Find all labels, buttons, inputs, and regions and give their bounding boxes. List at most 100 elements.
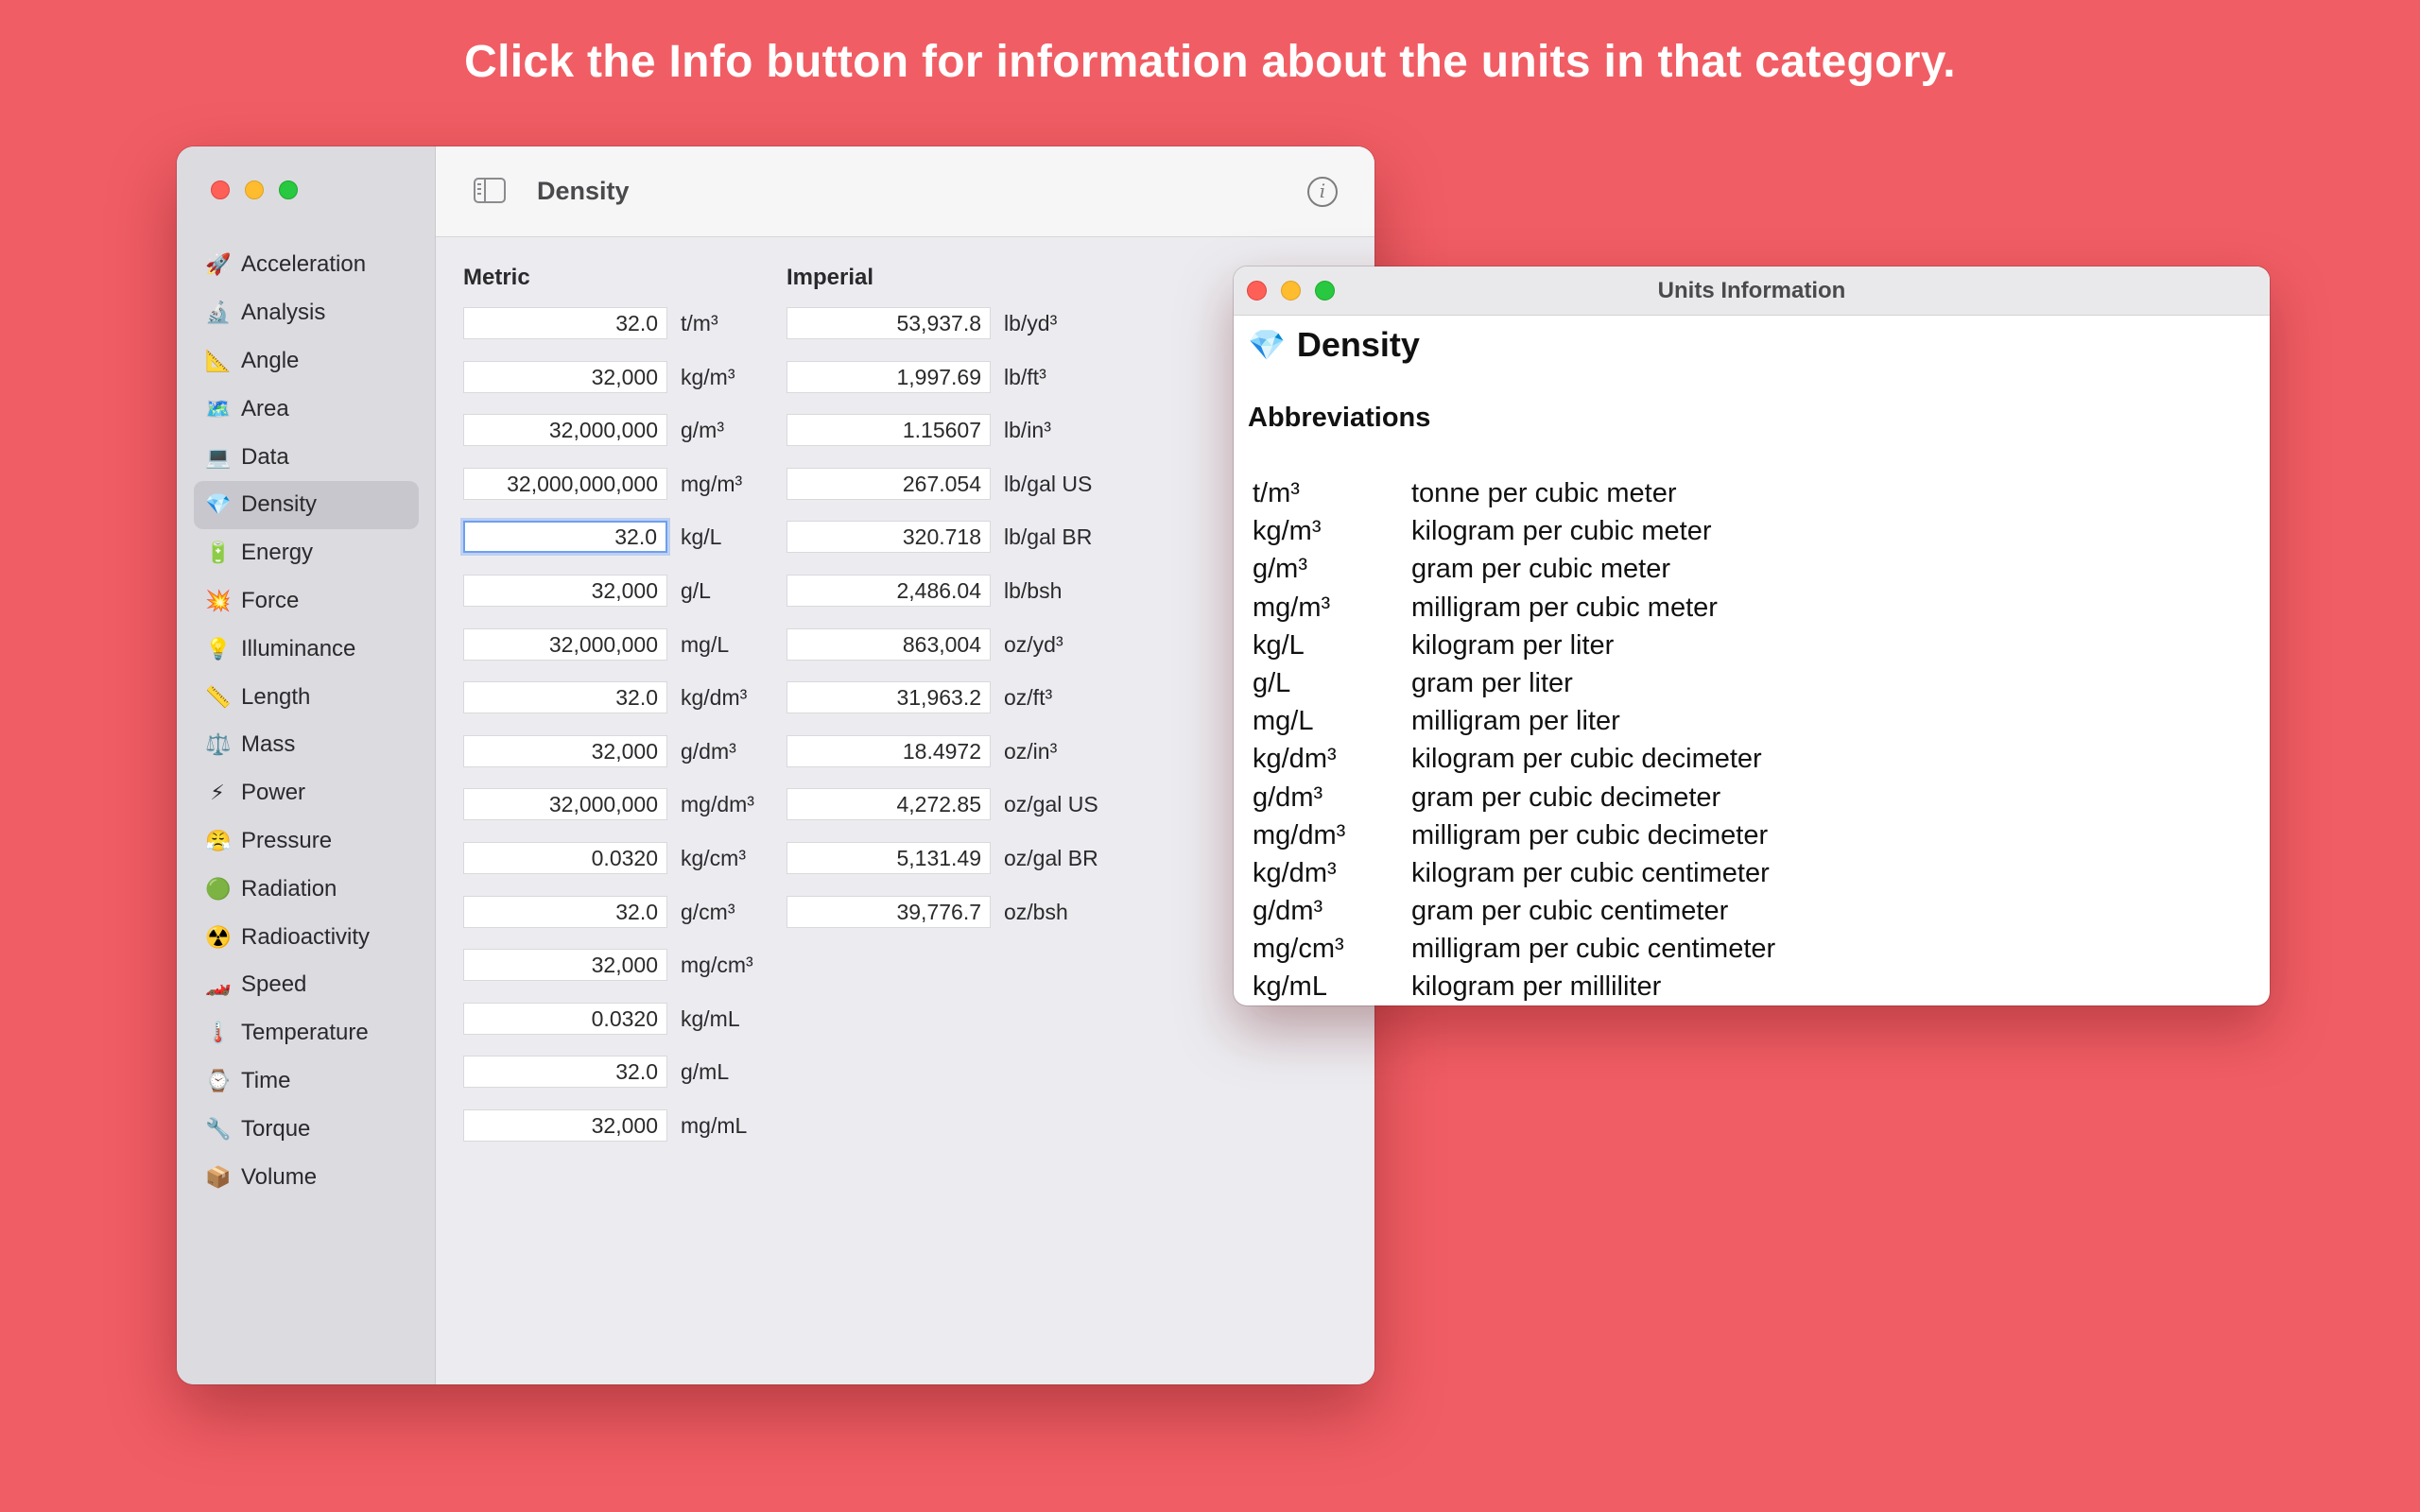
sidebar-item-mass[interactable]: ⚖️ Mass xyxy=(194,721,419,769)
sidebar-item-label: Temperature xyxy=(241,1020,369,1046)
info-icon[interactable]: i xyxy=(1307,177,1338,207)
imperial-value-field[interactable]: 1,997.69 xyxy=(786,360,991,393)
minimize-button[interactable] xyxy=(245,180,264,199)
sidebar-item-data[interactable]: 💻 Data xyxy=(194,433,419,481)
sidebar-item-pressure[interactable]: 😤 Pressure xyxy=(194,817,419,866)
imperial-row: 5,131.49 oz/gal BR xyxy=(786,841,1098,896)
sidebar-item-volume[interactable]: 📦 Volume xyxy=(194,1153,419,1201)
light-bulb-icon: 💡 xyxy=(205,636,232,661)
metric-value-field[interactable]: 32,000,000,000 xyxy=(463,467,667,500)
sidebar-item-torque[interactable]: 🔧 Torque xyxy=(194,1105,419,1153)
metric-value-field[interactable]: 32,000 xyxy=(463,360,667,393)
abbreviation-row: mg/m³ milligram per cubic meter xyxy=(1253,589,1775,627)
metric-value-field[interactable]: 32,000 xyxy=(463,949,667,982)
imperial-value-field[interactable]: 320.718 xyxy=(786,521,991,554)
metric-value-field[interactable]: 32,000,000 xyxy=(463,414,667,447)
abbreviation-meaning: tonne per cubic meter xyxy=(1411,478,1677,508)
sidebar-item-radioactivity[interactable]: ☢️ Radioactivity xyxy=(194,913,419,961)
metric-value-field[interactable]: 0.0320 xyxy=(463,841,667,874)
sidebar: 🚀 Acceleration 🔬 Analysis 📐 Angle 🗺️ Area 💻 Data 💎… xyxy=(177,146,436,1384)
metric-value-field[interactable]: 32.0 xyxy=(463,895,667,928)
imperial-value-field[interactable]: 2,486.04 xyxy=(786,574,991,607)
metric-value-field[interactable]: 32,000,000 xyxy=(463,788,667,821)
abbreviation: g/L xyxy=(1253,667,1291,698)
abbreviation: kg/dm³ xyxy=(1253,857,1337,888)
sidebar-item-force[interactable]: 💥 Force xyxy=(194,577,419,626)
close-button[interactable] xyxy=(211,180,230,199)
metric-row: 32.0 kg/dm³ xyxy=(463,681,754,735)
metric-value-field[interactable]: 32.0 xyxy=(463,521,667,554)
abbreviation-meaning: kilogram per cubic centimeter xyxy=(1411,857,1770,888)
green-circle-icon: 🟢 xyxy=(205,876,232,901)
imperial-value-field[interactable]: 4,272.85 xyxy=(786,788,991,821)
sidebar-item-time[interactable]: ⌚ Time xyxy=(194,1057,419,1106)
sidebar-item-temperature[interactable]: 🌡️ Temperature xyxy=(194,1009,419,1057)
abbreviation: kg/L xyxy=(1253,629,1305,661)
sidebar-item-speed[interactable]: 🏎️ Speed xyxy=(194,961,419,1009)
sidebar-item-angle[interactable]: 📐 Angle xyxy=(194,337,419,386)
abbreviation: kg/mL xyxy=(1253,971,1327,1003)
imperial-unit-label: lb/gal US xyxy=(1004,471,1093,496)
metric-unit-label: g/mL xyxy=(681,1059,730,1085)
zoom-button[interactable] xyxy=(279,180,298,199)
sidebar-item-acceleration[interactable]: 🚀 Acceleration xyxy=(194,241,419,289)
category-list: 🚀 Acceleration 🔬 Analysis 📐 Angle 🗺️ Area 💻 Data 💎… xyxy=(194,241,419,1201)
info-heading: 💎 Density xyxy=(1248,325,1420,365)
imperial-value-field[interactable]: 5,131.49 xyxy=(786,841,991,874)
metric-row: 32.0 g/cm³ xyxy=(463,895,754,950)
imperial-unit-label: oz/in³ xyxy=(1004,738,1058,764)
imperial-value-field[interactable]: 267.054 xyxy=(786,467,991,500)
imperial-value-field[interactable]: 53,937.8 xyxy=(786,307,991,339)
metric-value-field[interactable]: 32.0 xyxy=(463,1056,667,1089)
sidebar-item-analysis[interactable]: 🔬 Analysis xyxy=(194,289,419,337)
sidebar-item-label: Torque xyxy=(241,1115,311,1142)
radioactive-icon: ☢️ xyxy=(205,924,232,949)
abbreviation-row: t/m³ tonne per cubic meter xyxy=(1253,474,1775,512)
abbreviation-meaning: milligram per cubic meter xyxy=(1411,592,1718,623)
metric-row: 32.0 kg/L xyxy=(463,521,754,575)
lightning-icon: ⚡ xyxy=(210,781,225,805)
metric-value-field[interactable]: 32,000 xyxy=(463,574,667,607)
abbreviations-list: t/m³ tonne per cubic meter kg/m³ kilogram p… xyxy=(1253,474,1775,1005)
abbreviation-row: mg/dm³ milligram per cubic decimeter xyxy=(1253,816,1775,854)
metric-value-field[interactable]: 0.0320 xyxy=(463,1002,667,1035)
imperial-value-field[interactable]: 18.4972 xyxy=(786,734,991,767)
sidebar-item-length[interactable]: 📏 Length xyxy=(194,673,419,721)
metric-value-field[interactable]: 32,000,000 xyxy=(463,627,667,661)
map-icon: 🗺️ xyxy=(205,396,232,421)
toolbar: Density i xyxy=(436,146,1374,237)
ruler-icon: 📏 xyxy=(205,684,232,709)
info-heading-text: Density xyxy=(1296,325,1420,364)
metric-value-field[interactable]: 32,000 xyxy=(463,1108,667,1142)
metric-value-field[interactable]: 32.0 xyxy=(463,307,667,339)
abbreviation-row: g/dm³ gram per cubic centimeter xyxy=(1253,892,1775,930)
main-window: 🚀 Acceleration 🔬 Analysis 📐 Angle 🗺️ Area 💻 Data 💎… xyxy=(177,146,1374,1384)
sidebar-item-density[interactable]: 💎 Density xyxy=(194,480,419,529)
metric-value-field[interactable]: 32.0 xyxy=(463,681,667,714)
abbreviation-meaning: gram per liter xyxy=(1411,667,1573,698)
scales-icon: ⚖️ xyxy=(205,732,232,757)
sidebar-item-label: Illuminance xyxy=(241,635,356,662)
sidebar-item-radiation[interactable]: 🟢 Radiation xyxy=(194,865,419,913)
sidebar-item-label: Time xyxy=(241,1067,291,1093)
sidebar-item-label: Angle xyxy=(241,347,300,373)
imperial-value-field[interactable]: 1.15607 xyxy=(786,414,991,447)
abbreviation: mg/cm³ xyxy=(1253,934,1344,965)
metric-unit-label: kg/cm³ xyxy=(681,845,746,870)
sidebar-item-energy[interactable]: 🔋 Energy xyxy=(194,529,419,577)
wrench-icon: 🔧 xyxy=(205,1116,232,1141)
imperial-value-field[interactable]: 863,004 xyxy=(786,627,991,661)
imperial-value-field[interactable]: 39,776.7 xyxy=(786,895,991,928)
metric-row: 32,000 mg/mL xyxy=(463,1108,754,1163)
sidebar-item-power[interactable]: ⚡ Power xyxy=(194,769,419,817)
imperial-row: 1.15607 lb/in³ xyxy=(786,414,1098,468)
sidebar-toggle-icon[interactable] xyxy=(474,178,506,203)
imperial-value-field[interactable]: 31,963.2 xyxy=(786,681,991,714)
sidebar-item-illuminance[interactable]: 💡 Illuminance xyxy=(194,625,419,673)
imperial-row: 1,997.69 lb/ft³ xyxy=(786,360,1098,415)
sidebar-item-label: Radioactivity xyxy=(241,923,371,950)
metric-value-field[interactable]: 32,000 xyxy=(463,734,667,767)
sidebar-item-area[interactable]: 🗺️ Area xyxy=(194,385,419,433)
abbreviation: mg/dm³ xyxy=(1253,819,1346,850)
abbreviation-meaning: kilogram per cubic decimeter xyxy=(1411,744,1762,775)
